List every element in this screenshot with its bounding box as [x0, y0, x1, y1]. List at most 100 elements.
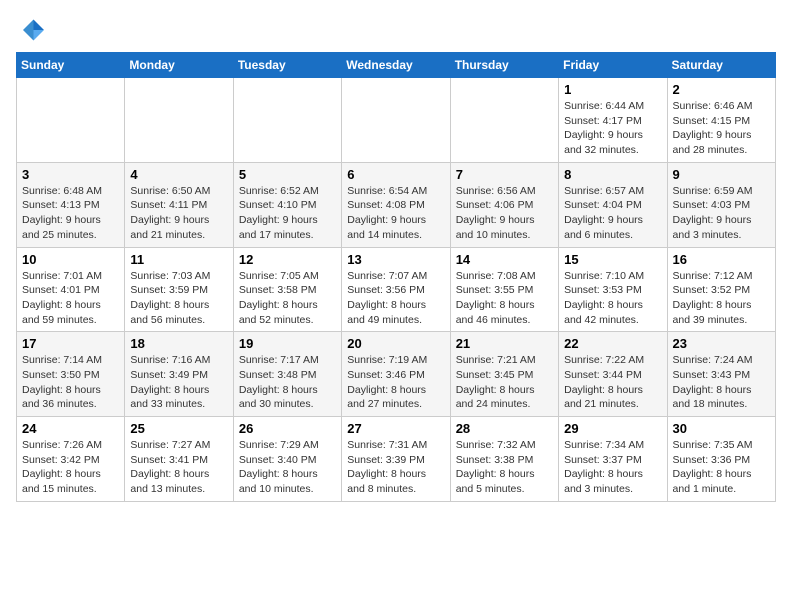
weekday-header: Wednesday: [342, 53, 450, 78]
calendar-cell: [450, 78, 558, 163]
day-info: Sunrise: 7:16 AM Sunset: 3:49 PM Dayligh…: [130, 353, 227, 412]
page-header: [16, 16, 776, 44]
calendar-cell: 23 Sunrise: 7:24 AM Sunset: 3:43 PM Dayli…: [667, 332, 775, 417]
day-number: 8: [564, 167, 661, 182]
day-number: 1: [564, 82, 661, 97]
calendar-cell: 7 Sunrise: 6:56 AM Sunset: 4:06 PM Daylig…: [450, 162, 558, 247]
day-info: Sunrise: 7:34 AM Sunset: 3:37 PM Dayligh…: [564, 438, 661, 497]
calendar-week-row: 1 Sunrise: 6:44 AM Sunset: 4:17 PM Daylig…: [17, 78, 776, 163]
day-number: 12: [239, 252, 336, 267]
day-info: Sunrise: 6:56 AM Sunset: 4:06 PM Dayligh…: [456, 184, 553, 243]
calendar-cell: 6Sunrise: 6:54 AM Sunset: 4:08 PM Daylig…: [342, 162, 450, 247]
day-info: Sunrise: 7:19 AM Sunset: 3:46 PM Dayligh…: [347, 353, 444, 412]
day-number: 20: [347, 336, 444, 351]
calendar-table: SundayMondayTuesdayWednesdayThursdayFrid…: [16, 52, 776, 502]
day-number: 25: [130, 421, 227, 436]
weekday-header: Saturday: [667, 53, 775, 78]
calendar-cell: 12 Sunrise: 7:05 AM Sunset: 3:58 PM Dayli…: [233, 247, 341, 332]
calendar-cell: 17Sunrise: 7:14 AM Sunset: 3:50 PM Dayli…: [17, 332, 125, 417]
day-info: Sunrise: 6:59 AM Sunset: 4:03 PM Dayligh…: [673, 184, 770, 243]
calendar-cell: 4 Sunrise: 6:50 AM Sunset: 4:11 PM Daylig…: [125, 162, 233, 247]
weekday-header: Friday: [559, 53, 667, 78]
day-info: Sunrise: 7:22 AM Sunset: 3:44 PM Dayligh…: [564, 353, 661, 412]
day-info: Sunrise: 6:48 AM Sunset: 4:13 PM Dayligh…: [22, 184, 119, 243]
calendar-cell: [342, 78, 450, 163]
calendar-cell: 5 Sunrise: 6:52 AM Sunset: 4:10 PM Daylig…: [233, 162, 341, 247]
logo-icon: [16, 16, 44, 44]
day-number: 29: [564, 421, 661, 436]
day-info: Sunrise: 7:12 AM Sunset: 3:52 PM Dayligh…: [673, 269, 770, 328]
day-number: 26: [239, 421, 336, 436]
day-info: Sunrise: 7:08 AM Sunset: 3:55 PM Dayligh…: [456, 269, 553, 328]
calendar-cell: 16 Sunrise: 7:12 AM Sunset: 3:52 PM Dayli…: [667, 247, 775, 332]
day-info: Sunrise: 7:01 AM Sunset: 4:01 PM Dayligh…: [22, 269, 119, 328]
day-info: Sunrise: 6:54 AM Sunset: 4:08 PM Dayligh…: [347, 184, 444, 243]
day-number: 18: [130, 336, 227, 351]
calendar-cell: 22 Sunrise: 7:22 AM Sunset: 3:44 PM Dayli…: [559, 332, 667, 417]
calendar-week-row: 10 Sunrise: 7:01 AM Sunset: 4:01 PM Dayli…: [17, 247, 776, 332]
calendar-cell: 10 Sunrise: 7:01 AM Sunset: 4:01 PM Dayli…: [17, 247, 125, 332]
day-number: 16: [673, 252, 770, 267]
day-info: Sunrise: 7:24 AM Sunset: 3:43 PM Dayligh…: [673, 353, 770, 412]
day-info: Sunrise: 7:07 AM Sunset: 3:56 PM Dayligh…: [347, 269, 444, 328]
calendar-cell: 11 Sunrise: 7:03 AM Sunset: 3:59 PM Dayli…: [125, 247, 233, 332]
day-number: 10: [22, 252, 119, 267]
day-number: 13: [347, 252, 444, 267]
weekday-header: Monday: [125, 53, 233, 78]
calendar-cell: 2Sunrise: 6:46 AM Sunset: 4:15 PM Daylig…: [667, 78, 775, 163]
calendar-cell: 19 Sunrise: 7:17 AM Sunset: 3:48 PM Dayli…: [233, 332, 341, 417]
day-number: 15: [564, 252, 661, 267]
calendar-header: SundayMondayTuesdayWednesdayThursdayFrid…: [17, 53, 776, 78]
day-info: Sunrise: 6:44 AM Sunset: 4:17 PM Dayligh…: [564, 99, 661, 158]
calendar-cell: [17, 78, 125, 163]
calendar-cell: 14 Sunrise: 7:08 AM Sunset: 3:55 PM Dayli…: [450, 247, 558, 332]
day-number: 22: [564, 336, 661, 351]
weekday-header: Tuesday: [233, 53, 341, 78]
day-number: 14: [456, 252, 553, 267]
day-info: Sunrise: 6:46 AM Sunset: 4:15 PM Dayligh…: [673, 99, 770, 158]
calendar-cell: 13 Sunrise: 7:07 AM Sunset: 3:56 PM Dayli…: [342, 247, 450, 332]
day-info: Sunrise: 6:50 AM Sunset: 4:11 PM Dayligh…: [130, 184, 227, 243]
day-number: 28: [456, 421, 553, 436]
day-number: 9: [673, 167, 770, 182]
day-info: Sunrise: 6:57 AM Sunset: 4:04 PM Dayligh…: [564, 184, 661, 243]
day-info: Sunrise: 7:05 AM Sunset: 3:58 PM Dayligh…: [239, 269, 336, 328]
calendar-cell: 24Sunrise: 7:26 AM Sunset: 3:42 PM Dayli…: [17, 417, 125, 502]
day-info: Sunrise: 7:03 AM Sunset: 3:59 PM Dayligh…: [130, 269, 227, 328]
day-number: 4: [130, 167, 227, 182]
weekday-header: Sunday: [17, 53, 125, 78]
day-number: 30: [673, 421, 770, 436]
day-number: 27: [347, 421, 444, 436]
logo: [16, 16, 48, 44]
day-info: Sunrise: 7:29 AM Sunset: 3:40 PM Dayligh…: [239, 438, 336, 497]
calendar-cell: 3 Sunrise: 6:48 AM Sunset: 4:13 PM Daylig…: [17, 162, 125, 247]
day-number: 5: [239, 167, 336, 182]
day-number: 19: [239, 336, 336, 351]
day-info: Sunrise: 7:35 AM Sunset: 3:36 PM Dayligh…: [673, 438, 770, 497]
calendar-cell: 29 Sunrise: 7:34 AM Sunset: 3:37 PM Dayli…: [559, 417, 667, 502]
calendar-cell: [233, 78, 341, 163]
calendar-cell: 21 Sunrise: 7:21 AM Sunset: 3:45 PM Dayli…: [450, 332, 558, 417]
calendar-cell: 15 Sunrise: 7:10 AM Sunset: 3:53 PM Dayli…: [559, 247, 667, 332]
calendar-week-row: 17Sunrise: 7:14 AM Sunset: 3:50 PM Dayli…: [17, 332, 776, 417]
day-info: Sunrise: 7:17 AM Sunset: 3:48 PM Dayligh…: [239, 353, 336, 412]
day-info: Sunrise: 7:21 AM Sunset: 3:45 PM Dayligh…: [456, 353, 553, 412]
calendar-cell: 20 Sunrise: 7:19 AM Sunset: 3:46 PM Dayli…: [342, 332, 450, 417]
calendar-cell: 30 Sunrise: 7:35 AM Sunset: 3:36 PM Dayli…: [667, 417, 775, 502]
calendar-cell: 8 Sunrise: 6:57 AM Sunset: 4:04 PM Daylig…: [559, 162, 667, 247]
day-number: 11: [130, 252, 227, 267]
day-number: 23: [673, 336, 770, 351]
day-number: 24: [22, 421, 119, 436]
day-info: Sunrise: 7:32 AM Sunset: 3:38 PM Dayligh…: [456, 438, 553, 497]
day-number: 3: [22, 167, 119, 182]
calendar-cell: 25Sunrise: 7:27 AM Sunset: 3:41 PM Dayli…: [125, 417, 233, 502]
calendar-cell: 9 Sunrise: 6:59 AM Sunset: 4:03 PM Daylig…: [667, 162, 775, 247]
calendar-cell: 28 Sunrise: 7:32 AM Sunset: 3:38 PM Dayli…: [450, 417, 558, 502]
calendar-week-row: 24Sunrise: 7:26 AM Sunset: 3:42 PM Dayli…: [17, 417, 776, 502]
weekday-header: Thursday: [450, 53, 558, 78]
calendar-cell: 26 Sunrise: 7:29 AM Sunset: 3:40 PM Dayli…: [233, 417, 341, 502]
day-number: 21: [456, 336, 553, 351]
day-info: Sunrise: 7:10 AM Sunset: 3:53 PM Dayligh…: [564, 269, 661, 328]
day-number: 7: [456, 167, 553, 182]
day-info: Sunrise: 6:52 AM Sunset: 4:10 PM Dayligh…: [239, 184, 336, 243]
